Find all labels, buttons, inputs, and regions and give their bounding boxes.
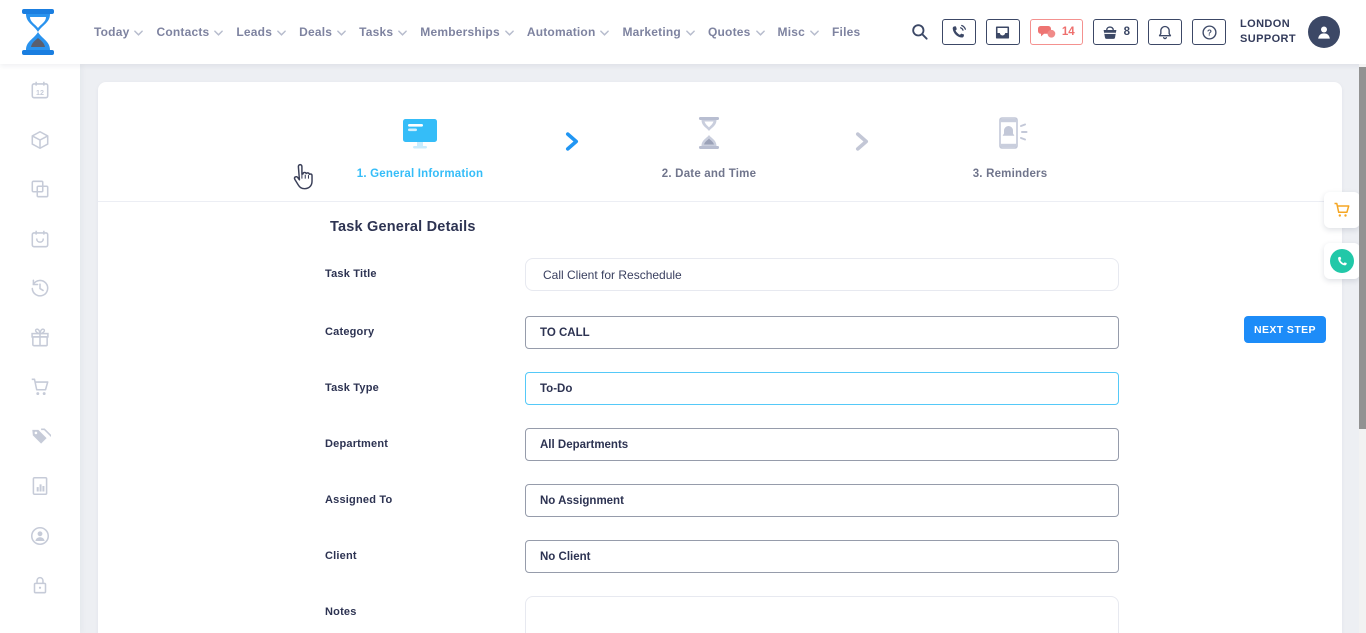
chevron-down-icon — [277, 30, 286, 36]
page-scrollbar-track[interactable] — [1359, 64, 1366, 633]
chevron-down-icon — [337, 30, 346, 36]
chevron-down-icon — [214, 30, 223, 36]
calendar-event-icon[interactable] — [29, 228, 51, 250]
report-icon[interactable] — [29, 475, 51, 497]
topbar: Today Contacts Leads Deals Tasks Members… — [0, 0, 1366, 64]
help-icon: ? — [1201, 24, 1218, 41]
main-navigation: Today Contacts Leads Deals Tasks Members… — [94, 25, 860, 39]
nav-item-automation[interactable]: Automation — [527, 25, 610, 39]
wizard-step-reminders[interactable]: 3. Reminders — [890, 112, 1130, 180]
phone-icon — [1330, 249, 1354, 273]
notes-textarea[interactable] — [525, 596, 1119, 633]
calendar-icon[interactable]: 12 — [29, 79, 51, 101]
nav-item-misc[interactable]: Misc — [778, 25, 819, 39]
monitor-icon — [300, 112, 540, 150]
chevron-down-icon — [810, 30, 819, 36]
nav-item-leads[interactable]: Leads — [236, 25, 286, 39]
wizard-step-date-and-time[interactable]: 2. Date and Time — [589, 112, 829, 180]
client-select[interactable] — [525, 540, 1119, 573]
chevron-down-icon — [756, 30, 765, 36]
assigned-to-select[interactable] — [525, 484, 1119, 517]
app-logo-hourglass-icon[interactable] — [14, 7, 62, 57]
nav-item-tasks[interactable]: Tasks — [359, 25, 407, 39]
nav-item-memberships[interactable]: Memberships — [420, 25, 514, 39]
cart-icon — [1332, 200, 1352, 220]
inbox-icon — [994, 24, 1011, 41]
chat-count-badge: 14 — [1062, 26, 1075, 38]
chevron-down-icon — [505, 30, 514, 36]
chevron-down-icon — [600, 30, 609, 36]
department-select[interactable] — [525, 428, 1119, 461]
floating-phone-button[interactable] — [1324, 243, 1360, 279]
next-step-button[interactable]: NEXT STEP — [1244, 316, 1326, 343]
chevron-down-icon — [398, 30, 407, 36]
gift-icon[interactable] — [29, 327, 51, 349]
nav-item-today[interactable]: Today — [94, 25, 143, 39]
hourglass-icon — [589, 112, 829, 150]
nav-item-deals[interactable]: Deals — [299, 25, 346, 39]
task-wizard-card: 1. General Information 2. Date and Time … — [98, 82, 1342, 633]
chevron-right-icon — [565, 132, 579, 151]
phone-volume-icon — [950, 24, 967, 41]
dialer-button[interactable] — [942, 19, 976, 45]
user-name: LONDON SUPPORT — [1240, 17, 1296, 47]
chat-bubbles-icon — [1038, 24, 1057, 40]
department-label: Department — [325, 438, 388, 450]
notes-label: Notes — [325, 606, 357, 618]
floating-cart-button[interactable] — [1324, 192, 1360, 228]
tags-icon[interactable] — [29, 426, 51, 448]
task-type-select[interactable] — [525, 372, 1119, 405]
task-type-label: Task Type — [325, 382, 379, 394]
chevron-right-icon — [855, 132, 869, 151]
task-title-input[interactable] — [525, 258, 1119, 291]
nav-item-marketing[interactable]: Marketing — [622, 25, 694, 39]
copy-icon[interactable] — [29, 178, 51, 200]
bell-icon — [1157, 24, 1173, 41]
basket-button[interactable]: 8 — [1093, 19, 1138, 45]
user-avatar[interactable] — [1308, 16, 1340, 48]
chevron-down-icon — [686, 30, 695, 36]
category-label: Category — [325, 326, 374, 338]
inbox-button[interactable] — [986, 19, 1020, 45]
category-select[interactable] — [525, 316, 1119, 349]
package-icon[interactable] — [29, 129, 51, 151]
person-icon — [1314, 22, 1334, 42]
svg-text:?: ? — [1207, 28, 1212, 37]
cart-icon[interactable] — [29, 376, 51, 398]
search-icon[interactable] — [910, 22, 930, 42]
assigned-to-label: Assigned To — [325, 494, 392, 506]
main-content: 1. General Information 2. Date and Time … — [80, 64, 1366, 633]
form-title: Task General Details — [330, 219, 476, 235]
wizard-step-general-information[interactable]: 1. General Information — [300, 112, 540, 180]
chevron-down-icon — [134, 30, 143, 36]
svg-text:12: 12 — [36, 89, 44, 97]
lock-icon[interactable] — [29, 574, 51, 596]
nav-item-quotes[interactable]: Quotes — [708, 25, 765, 39]
history-icon[interactable] — [29, 277, 51, 299]
basket-icon — [1101, 24, 1119, 41]
task-title-label: Task Title — [325, 268, 377, 280]
nav-item-contacts[interactable]: Contacts — [156, 25, 223, 39]
wizard-steps: 1. General Information 2. Date and Time … — [98, 82, 1342, 202]
chat-notifications-button[interactable]: 14 — [1030, 19, 1083, 45]
nav-item-files[interactable]: Files — [832, 25, 860, 39]
sidebar: 12 — [0, 64, 80, 633]
help-button[interactable]: ? — [1192, 19, 1226, 45]
client-label: Client — [325, 550, 357, 562]
notifications-button[interactable] — [1148, 19, 1182, 45]
topbar-actions: 14 8 ? LONDON SUPPORT — [910, 16, 1340, 48]
basket-count-badge: 8 — [1124, 26, 1130, 38]
reminder-alert-icon — [890, 112, 1130, 150]
user-badge-icon[interactable] — [29, 525, 51, 547]
page-scrollbar-thumb[interactable] — [1359, 67, 1366, 429]
